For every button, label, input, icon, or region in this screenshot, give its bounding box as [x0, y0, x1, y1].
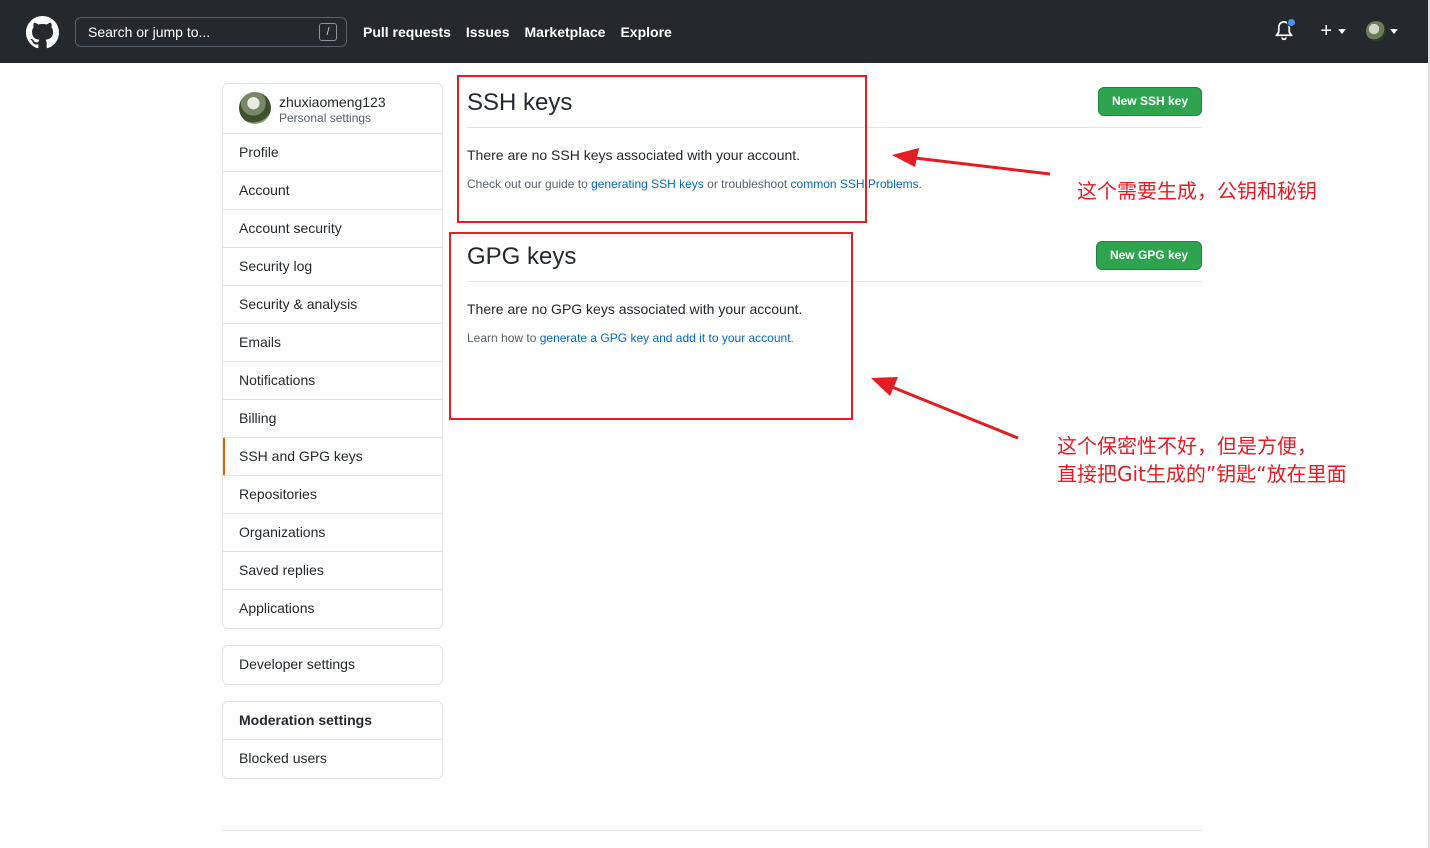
- create-dropdown-caret-icon[interactable]: [1338, 28, 1346, 34]
- personal-settings-subtitle: Personal settings: [279, 111, 372, 125]
- ssh-annotation-box: [457, 75, 867, 223]
- menu-user-header[interactable]: zhuxiaomeng123 Personal settings: [223, 84, 442, 134]
- footer-divider: [222, 830, 1202, 831]
- settings-sidebar: zhuxiaomeng123 Personal settings Profile…: [222, 83, 443, 779]
- sidebar-item-organizations[interactable]: Organizations: [223, 514, 442, 552]
- sidebar-item-developer-settings[interactable]: Developer settings: [223, 646, 442, 684]
- avatar: [239, 92, 271, 124]
- new-gpg-key-button[interactable]: New GPG key: [1095, 241, 1202, 270]
- notifications-bell-icon[interactable]: [1274, 18, 1297, 42]
- sidebar-item-saved-replies[interactable]: Saved replies: [223, 552, 442, 590]
- unread-indicator: [1287, 18, 1297, 27]
- header-actions: +: [1274, 18, 1398, 42]
- ssh-note-text-end: .: [918, 177, 922, 191]
- new-ssh-key-button[interactable]: New SSH key: [1097, 87, 1202, 116]
- sidebar-item-account[interactable]: Account: [223, 172, 442, 210]
- sidebar-item-security-log[interactable]: Security log: [223, 248, 442, 286]
- sidebar-item-billing[interactable]: Billing: [223, 400, 442, 438]
- sidebar-item-applications[interactable]: Applications: [223, 590, 442, 628]
- gpg-annotation-text-line2: 直接把Git生成的”钥匙“放在里面: [1057, 462, 1347, 486]
- user-avatar-menu[interactable]: [1366, 21, 1386, 41]
- sidebar-item-account-security[interactable]: Account security: [223, 210, 442, 248]
- sidebar-item-ssh-gpg-keys[interactable]: SSH and GPG keys: [223, 438, 442, 476]
- github-logo-icon[interactable]: [26, 16, 59, 49]
- global-header: Search or jump to... / Pull requests Iss…: [0, 0, 1428, 63]
- sidebar-item-repositories[interactable]: Repositories: [223, 476, 442, 514]
- nav-issues[interactable]: Issues: [466, 24, 510, 40]
- user-dropdown-caret-icon[interactable]: [1390, 28, 1398, 34]
- ssh-annotation-text: 这个需要生成，公钥和秘钥: [1077, 179, 1317, 203]
- search-placeholder: Search or jump to...: [88, 24, 211, 40]
- gpg-arrow-icon: [871, 377, 1019, 440]
- developer-settings-menu: Developer settings: [222, 645, 443, 685]
- gpg-annotation-box: [449, 232, 853, 420]
- search-input[interactable]: Search or jump to... /: [75, 17, 347, 47]
- moderation-settings-heading: Moderation settings: [223, 702, 442, 740]
- sidebar-item-profile[interactable]: Profile: [223, 134, 442, 172]
- nav-marketplace[interactable]: Marketplace: [525, 24, 606, 40]
- personal-settings-menu: zhuxiaomeng123 Personal settings Profile…: [222, 83, 443, 629]
- nav-explore[interactable]: Explore: [620, 24, 671, 40]
- moderation-settings-menu: Moderation settings Blocked users: [222, 701, 443, 779]
- sidebar-item-blocked-users[interactable]: Blocked users: [223, 740, 442, 778]
- sidebar-item-notifications[interactable]: Notifications: [223, 362, 442, 400]
- username: zhuxiaomeng123: [279, 94, 386, 110]
- sidebar-item-security-analysis[interactable]: Security & analysis: [223, 286, 442, 324]
- sidebar-item-emails[interactable]: Emails: [223, 324, 442, 362]
- nav-pull-requests[interactable]: Pull requests: [363, 24, 451, 40]
- gpg-annotation-text-line1: 这个保密性不好，但是方便，: [1057, 434, 1317, 458]
- search-shortcut-key: /: [319, 23, 337, 41]
- create-new-plus-icon[interactable]: +: [1320, 21, 1332, 41]
- header-nav: Pull requests Issues Marketplace Explore: [363, 24, 687, 40]
